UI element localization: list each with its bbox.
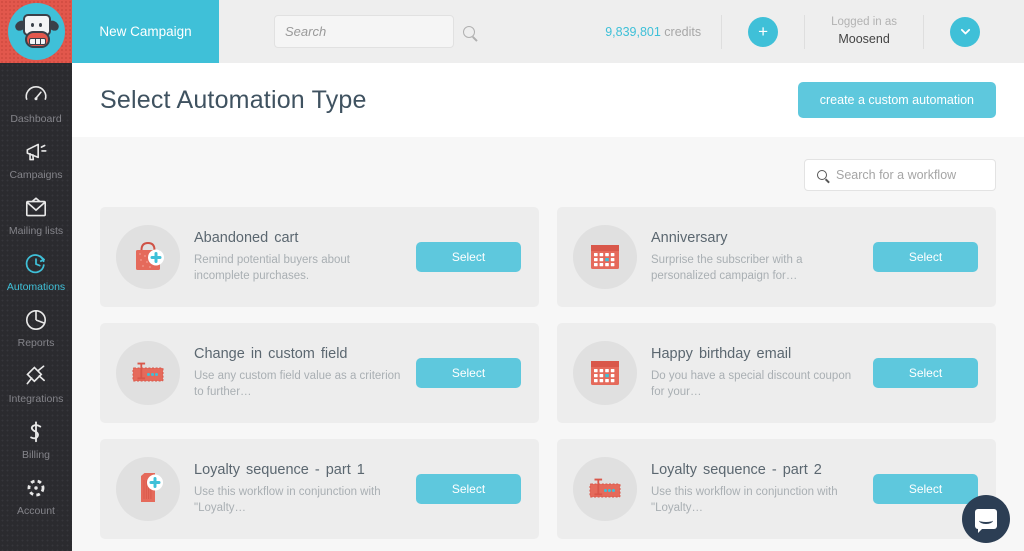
search-icon[interactable] [463, 25, 475, 38]
page-title: Select Automation Type [100, 85, 367, 114]
card-description: Surprise the subscriber with a personali… [651, 253, 803, 283]
sidebar-item-label: Mailing lists [8, 225, 64, 237]
card-title: Abandoned cart [194, 230, 299, 247]
card-description: Use this workflow in conjunction with "L… [194, 485, 381, 515]
plus-icon: + [758, 22, 769, 41]
global-search-area [219, 0, 605, 63]
create-custom-automation-button[interactable]: create a custom automation [797, 82, 996, 118]
shopping-bag-plus-icon [116, 225, 180, 289]
sidebar-item-label: Reports [17, 337, 55, 349]
text-field-icon [116, 341, 180, 405]
envelope-icon [23, 194, 49, 222]
global-search-input[interactable] [285, 24, 463, 39]
page-header: Select Automation Type create a custom a… [72, 63, 1024, 137]
calendar-icon [573, 225, 637, 289]
sidebar-item-label: Account [17, 505, 55, 517]
card-description: Remind potential buyers about incomplete… [194, 253, 350, 283]
sidebar-item-billing[interactable]: Billing [0, 411, 72, 467]
card-description: Use any custom field value as a criterio… [194, 369, 401, 399]
automation-card[interactable]: Anniversary Surprise the subscriber with… [557, 207, 996, 307]
automation-card[interactable]: Change in custom field Use any custom fi… [100, 323, 539, 423]
chat-bubble-icon [975, 509, 997, 533]
account-info: Logged in as Moosend [805, 15, 923, 47]
select-button[interactable]: Select [873, 242, 978, 272]
logged-in-label: Logged in as [831, 16, 897, 29]
clock-arrow-icon [23, 250, 49, 278]
select-button[interactable]: Select [873, 358, 978, 388]
account-menu-button[interactable] [950, 16, 980, 47]
card-text: Change in custom field Use any custom fi… [194, 345, 416, 401]
sidebar-item-label: Integrations [8, 393, 64, 405]
select-button[interactable]: Select [873, 474, 978, 504]
megaphone-icon [23, 138, 49, 166]
sidebar-item-label: Automations [6, 281, 66, 293]
pie-chart-icon [23, 306, 49, 334]
credits-amount: 9,839,801 [605, 24, 661, 39]
workflow-search-input[interactable] [836, 168, 997, 182]
automation-card[interactable]: Loyalty sequence - part 1 Use this workf… [100, 439, 539, 539]
dollar-icon [23, 418, 49, 446]
sidebar-item-mailing-lists[interactable]: Mailing lists [0, 187, 72, 243]
automation-card-grid: Abandoned cart Remind potential buyers a… [100, 207, 996, 539]
select-button[interactable]: Select [416, 242, 521, 272]
workflow-search-box[interactable] [804, 159, 997, 191]
text-field-icon [573, 457, 637, 521]
sidebar-nav: Dashboard Campaigns Mailing lists Automa… [0, 63, 72, 551]
sidebar-item-label: Campaigns [9, 169, 63, 181]
main-content: Select Automation Type create a custom a… [72, 63, 1024, 551]
divider [923, 14, 924, 49]
moosend-cow-icon [8, 3, 65, 60]
card-description: Do you have a special discount coupon fo… [651, 369, 852, 399]
card-title: Loyalty sequence - part 1 [194, 462, 365, 479]
account-name: Moosend [838, 31, 890, 46]
automation-card[interactable]: Loyalty sequence - part 2 Use this workf… [557, 439, 996, 539]
new-campaign-label: New Campaign [99, 24, 192, 39]
card-text: Abandoned cart Remind potential buyers a… [194, 229, 416, 285]
chat-launcher-button[interactable] [962, 495, 1010, 543]
top-bar: New Campaign 9,839,801 credits + Logged … [0, 0, 1024, 63]
price-tag-plus-icon [116, 457, 180, 521]
sidebar-item-automations[interactable]: Automations [0, 243, 72, 299]
divider [721, 14, 723, 49]
credits-display: 9,839,801 credits [605, 25, 721, 39]
automation-list-area: Abandoned cart Remind potential buyers a… [72, 137, 1024, 539]
gear-icon [23, 474, 49, 502]
chevron-down-icon [960, 28, 970, 35]
sidebar-item-campaigns[interactable]: Campaigns [0, 131, 72, 187]
plug-icon [23, 362, 49, 390]
card-title: Happy birthday email [651, 346, 792, 363]
global-search-box[interactable] [274, 15, 475, 48]
sidebar-item-label: Dashboard [10, 113, 62, 125]
card-text: Loyalty sequence - part 2 Use this workf… [651, 461, 873, 517]
calendar-icon [573, 341, 637, 405]
card-title: Anniversary [651, 230, 728, 247]
new-campaign-button[interactable]: New Campaign [72, 0, 219, 63]
card-title: Loyalty sequence - part 2 [651, 462, 822, 479]
sidebar-item-label: Billing [21, 449, 50, 461]
search-icon [817, 170, 827, 180]
card-title: Change in custom field [194, 346, 348, 363]
card-text: Happy birthday email Do you have a speci… [651, 345, 873, 401]
select-button[interactable]: Select [416, 358, 521, 388]
app-logo[interactable] [0, 0, 72, 63]
select-button[interactable]: Select [416, 474, 521, 504]
credits-label: credits [664, 24, 702, 39]
add-credits-button[interactable]: + [748, 16, 779, 47]
sidebar-item-dashboard[interactable]: Dashboard [0, 75, 72, 131]
workflow-search-row [100, 159, 997, 191]
card-description: Use this workflow in conjunction with "L… [651, 485, 838, 515]
card-text: Anniversary Surprise the subscriber with… [651, 229, 873, 285]
sidebar-item-reports[interactable]: Reports [0, 299, 72, 355]
automation-card[interactable]: Abandoned cart Remind potential buyers a… [100, 207, 539, 307]
card-text: Loyalty sequence - part 1 Use this workf… [194, 461, 416, 517]
top-bar-right: 9,839,801 credits + Logged in as Moosend [605, 0, 1024, 63]
gauge-icon [23, 82, 49, 110]
sidebar-item-integrations[interactable]: Integrations [0, 355, 72, 411]
sidebar-item-account[interactable]: Account [0, 467, 72, 523]
automation-card[interactable]: Happy birthday email Do you have a speci… [557, 323, 996, 423]
